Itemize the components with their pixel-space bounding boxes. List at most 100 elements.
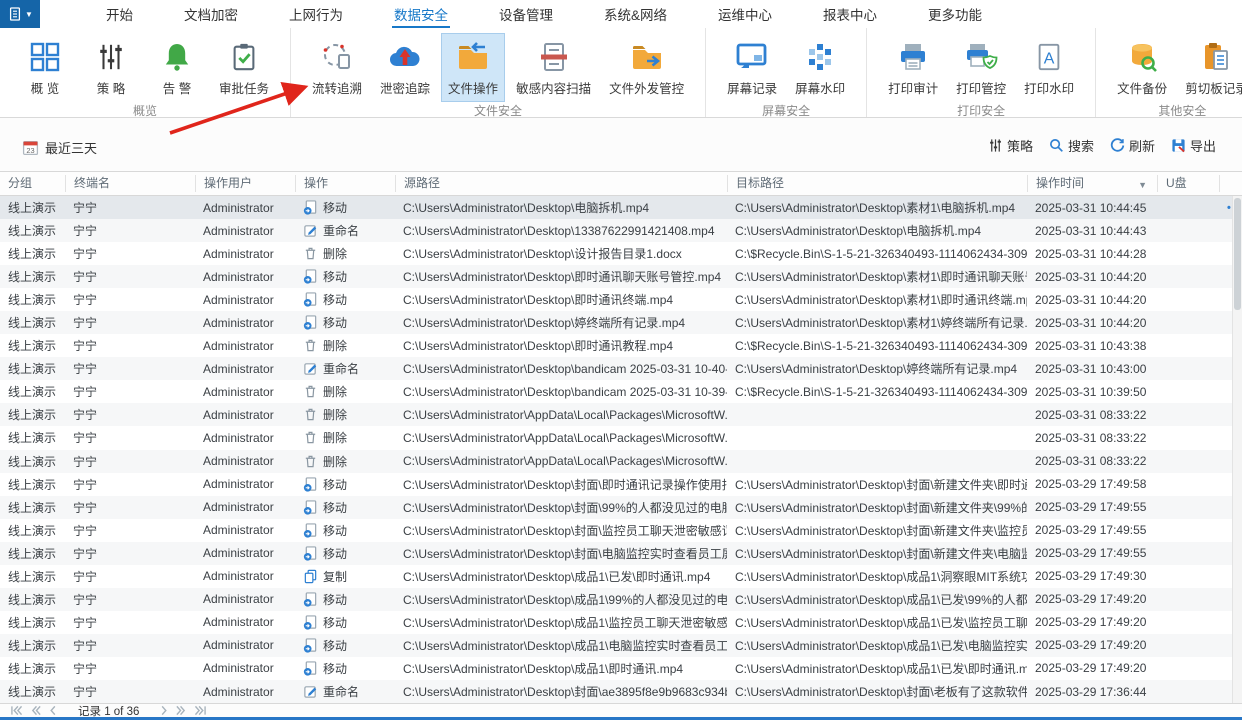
table-row[interactable]: 线上演示 宁宁 Administrator 重命名 C:\Users\Admin… [0,357,1232,380]
menu-tab-6[interactable]: 运维中心 [716,0,774,30]
table-row[interactable]: 线上演示 宁宁 Administrator 删除 C:\Users\Admini… [0,450,1232,473]
pager-next-button[interactable] [160,705,168,716]
cell-user: Administrator [195,569,295,583]
app-menu-button[interactable]: ▼ [0,0,40,28]
cell-group: 线上演示 [0,545,65,562]
table-row[interactable]: 线上演示 宁宁 Administrator 删除 C:\Users\Admini… [0,426,1232,449]
cell-op-label: 重命名 [323,360,359,377]
table-row[interactable]: 线上演示 宁宁 Administrator 重命名 C:\Users\Admin… [0,680,1232,703]
menu-tab-8[interactable]: 更多功能 [926,0,984,30]
search-button[interactable]: 搜索 [1049,136,1094,155]
table-row[interactable]: 线上演示 宁宁 Administrator 移动 C:\Users\Admini… [0,265,1232,288]
ribbon-button-file-operation[interactable]: 文件操作 [441,33,505,102]
cell-time: 2025-03-29 17:49:20 [1027,661,1157,675]
column-header-terminal[interactable]: 终端名 [65,175,195,192]
ribbon-group-other-security: 文件备份 剪切板记录 其他安全 [1096,28,1242,117]
cell-terminal: 宁宁 [65,545,195,562]
rename-icon [303,684,318,699]
menu-tabs: 开始 文档加密 上网行为 数据安全 设备管理 系统&网络 运维中心 报表中心 更多功能 [104,0,984,30]
table-row[interactable]: 线上演示 宁宁 Administrator 移动 C:\Users\Admini… [0,311,1232,334]
ribbon-button-alert[interactable]: 告 警 [146,33,208,102]
cell-terminal: 宁宁 [65,199,195,216]
ribbon-button-file-outgoing[interactable]: 文件外发管控 [602,33,691,102]
column-header-group[interactable]: 分组 [0,175,65,192]
cell-op-label: 移动 [323,660,347,677]
cell-group: 线上演示 [0,476,65,493]
pager-prev-button[interactable] [49,705,57,716]
ribbon-button-file-backup[interactable]: 文件备份 [1110,33,1174,102]
cell-user: Administrator [195,454,295,468]
column-header-target-path[interactable]: 目标路径 [727,175,1027,192]
table-row[interactable]: 线上演示 宁宁 Administrator 移动 C:\Users\Admini… [0,542,1232,565]
pager-last-button[interactable] [194,705,207,716]
delete-icon [303,430,318,445]
ribbon-button-sensitive-scan[interactable]: 敏感内容扫描 [509,33,598,102]
ribbon-button-policy[interactable]: 策 略 [80,33,142,102]
ribbon-button-print-watermark[interactable]: A 打印水印 [1017,33,1081,102]
file-operation-folder-icon [456,39,490,75]
table-row[interactable]: 线上演示 宁宁 Administrator 删除 C:\Users\Admini… [0,242,1232,265]
ribbon-button-screen-record[interactable]: 屏幕记录 [720,33,784,102]
cell-user: Administrator [195,247,295,261]
ribbon-button-screen-watermark[interactable]: 屏幕水印 [788,33,852,102]
refresh-button[interactable]: 刷新 [1110,136,1155,155]
table-row[interactable]: 线上演示 宁宁 Administrator 移动 C:\Users\Admini… [0,657,1232,680]
table-row[interactable]: 线上演示 宁宁 Administrator 移动 C:\Users\Admini… [0,634,1232,657]
table-row[interactable]: 线上演示 宁宁 Administrator 移动 C:\Users\Admini… [0,288,1232,311]
cell-time: 2025-03-31 08:33:22 [1027,454,1157,468]
cell-src: C:\Users\Administrator\Desktop\成品1\监控员工聊… [395,614,727,631]
pager-first-button[interactable] [10,705,23,716]
ribbon-button-overview[interactable]: 概 览 [14,33,76,102]
column-header-operation[interactable]: 操作 [295,175,395,192]
cell-op-label: 复制 [323,568,347,585]
table-row[interactable]: 线上演示 宁宁 Administrator 删除 C:\Users\Admini… [0,380,1232,403]
ribbon-button-flow-trace[interactable]: 流转追溯 [305,33,369,102]
date-filter-button[interactable]: 23 最近三天 [22,138,97,157]
cell-terminal: 宁宁 [65,476,195,493]
table-row[interactable]: 线上演示 宁宁 Administrator 移动 C:\Users\Admini… [0,496,1232,519]
table-row[interactable]: 线上演示 宁宁 Administrator 重命名 C:\Users\Admin… [0,219,1232,242]
ribbon-button-print-control[interactable]: 打印管控 [949,33,1013,102]
column-header-user[interactable]: 操作用户 [195,175,295,192]
pager-bar: 记录 1 of 36 [0,703,1242,717]
table-row[interactable]: 线上演示 宁宁 Administrator 移动 C:\Users\Admini… [0,611,1232,634]
cell-dst: C:\Users\Administrator\Desktop\封面\新建文件夹\… [727,499,1027,516]
menu-tab-1[interactable]: 文档加密 [182,0,240,30]
table-row[interactable]: 线上演示 宁宁 Administrator 复制 C:\Users\Admini… [0,565,1232,588]
table-row[interactable]: 线上演示 宁宁 Administrator 移动 C:\Users\Admini… [0,519,1232,542]
ribbon-button-leak-track[interactable]: 泄密追踪 [373,33,437,102]
menu-tab-5[interactable]: 系统&网络 [602,0,669,30]
menu-tab-7[interactable]: 报表中心 [821,0,879,30]
vertical-scrollbar[interactable] [1232,196,1242,703]
rename-icon [303,361,318,376]
toolbar-actions: 策略 搜索 刷新 导出 [988,136,1216,155]
ribbon-button-print-audit[interactable]: 打印审计 [881,33,945,102]
column-header-source-path[interactable]: 源路径 [395,175,727,192]
cell-user: Administrator [195,362,295,376]
menu-tab-2[interactable]: 上网行为 [287,0,345,30]
table-row[interactable]: 线上演示 宁宁 Administrator 移动 C:\Users\Admini… [0,473,1232,496]
menu-tab-4[interactable]: 设备管理 [497,0,555,30]
cell-op-label: 重命名 [323,222,359,239]
cell-src: C:\Users\Administrator\Desktop\bandicam … [395,362,727,376]
policy-button[interactable]: 策略 [988,136,1033,155]
scrollbar-thumb[interactable] [1234,198,1241,310]
export-button[interactable]: 导出 [1171,136,1216,155]
column-header-time[interactable]: 操作时间▼ [1027,175,1157,192]
cell-terminal: 宁宁 [65,683,195,700]
table-row[interactable]: 线上演示 宁宁 Administrator 移动 C:\Users\Admini… [0,196,1232,219]
cell-terminal: 宁宁 [65,637,195,654]
menu-tab-3[interactable]: 数据安全 [392,0,450,30]
table-row[interactable]: 线上演示 宁宁 Administrator 移动 C:\Users\Admini… [0,588,1232,611]
ribbon-button-clipboard-record[interactable]: 剪切板记录 [1178,33,1242,102]
move-icon [303,269,318,284]
pager-prev-page-button[interactable] [30,705,42,716]
table-row[interactable]: 线上演示 宁宁 Administrator 删除 C:\Users\Admini… [0,403,1232,426]
menu-tab-0[interactable]: 开始 [104,0,135,30]
row-menu-button[interactable]: ••• [1219,202,1232,214]
column-header-usb[interactable]: U盘 [1157,175,1219,192]
pager-next-page-button[interactable] [175,705,187,716]
cell-op-label: 移动 [323,291,347,308]
table-row[interactable]: 线上演示 宁宁 Administrator 删除 C:\Users\Admini… [0,334,1232,357]
ribbon-button-approval-tasks[interactable]: 审批任务 [212,33,276,102]
